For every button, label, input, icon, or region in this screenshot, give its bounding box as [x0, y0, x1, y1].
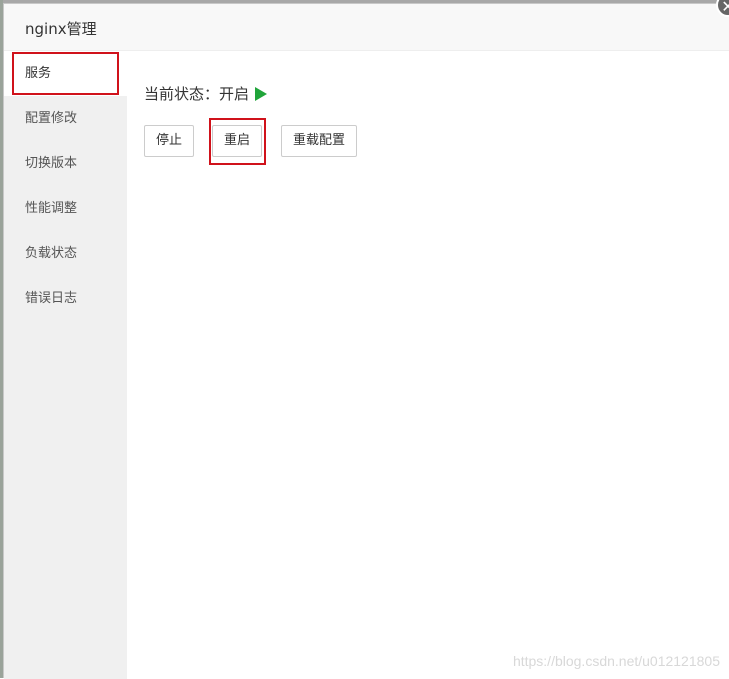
status-label: 当前状态：: [144, 85, 220, 103]
reload-config-button[interactable]: 重载配置: [281, 125, 358, 157]
status-value: 开启: [219, 85, 250, 103]
dialog-title: nginx管理: [25, 20, 97, 38]
sidebar-item-load-status[interactable]: 负载状态: [4, 231, 127, 276]
status-row: 当前状态： 开启: [144, 83, 268, 104]
sidebar: 服务 配置修改 切换版本 性能调整 负载状态 错误日志: [4, 51, 127, 679]
sidebar-item-service[interactable]: 服务: [4, 51, 127, 96]
sidebar-item-performance[interactable]: 性能调整: [4, 186, 127, 231]
sidebar-item-error-log[interactable]: 错误日志: [4, 276, 127, 321]
restart-button[interactable]: 重启: [212, 125, 263, 157]
nginx-dialog: nginx管理 ✕ 服务 配置修改 切换版本 性能调整 负载状态 错误日志 当前…: [3, 0, 729, 679]
watermark: https://blog.csdn.net/u012121805: [512, 653, 720, 669]
sidebar-item-config-edit[interactable]: 配置修改: [4, 96, 127, 141]
dialog-titlebar: nginx管理: [4, 4, 729, 51]
play-icon: [255, 87, 268, 101]
sidebar-item-switch-version[interactable]: 切换版本: [4, 141, 127, 186]
stop-button[interactable]: 停止: [144, 125, 195, 157]
main-panel: 当前状态： 开启 停止 重启 重载配置 https://blog.csdn.ne…: [127, 51, 729, 678]
